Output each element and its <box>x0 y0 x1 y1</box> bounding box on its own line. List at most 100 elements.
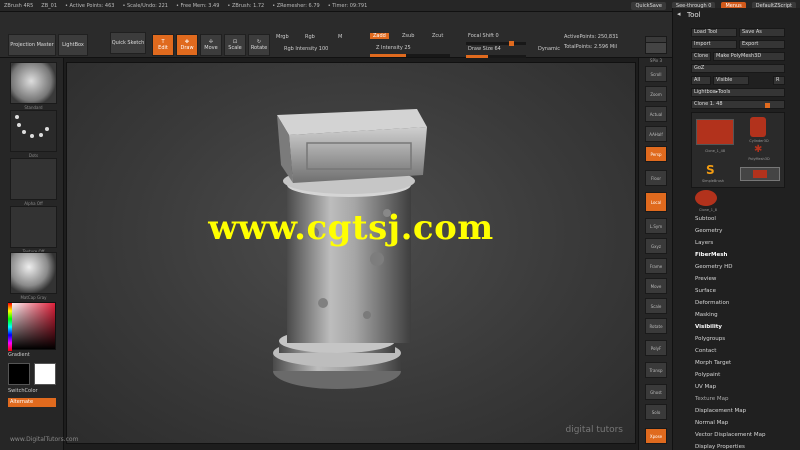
goz-all-button[interactable]: All <box>691 76 711 85</box>
palette-dock-icon[interactable]: ◂ <box>677 10 681 18</box>
visible-button[interactable]: Visible <box>713 76 749 85</box>
hue-strip[interactable] <box>8 303 12 351</box>
aahalf-button[interactable]: AAHalf <box>645 126 667 142</box>
secondary-color-swatch[interactable] <box>34 363 56 385</box>
clone-slider-knob[interactable] <box>765 103 770 108</box>
menu-uv-map[interactable]: UV Map <box>695 384 716 390</box>
menu-subtool[interactable]: Subtool <box>695 216 716 222</box>
menu-surface[interactable]: Surface <box>695 288 716 294</box>
save-as-button[interactable]: Save As <box>739 28 785 37</box>
edit-button[interactable]: T Edit <box>152 34 174 56</box>
menu-texture-map[interactable]: Texture Map <box>695 396 729 402</box>
export-button[interactable]: Export <box>739 40 785 49</box>
solo-button[interactable]: Solo <box>645 404 667 420</box>
scroll-button[interactable]: Scroll <box>645 66 667 82</box>
menu-geometry-hd[interactable]: Geometry HD <box>695 264 733 270</box>
menu-fibermesh[interactable]: FiberMesh <box>695 252 727 258</box>
scale-button[interactable]: ⊡ Scale <box>224 34 246 56</box>
m-button[interactable]: M <box>338 34 342 40</box>
alpha-thumbnail[interactable] <box>10 158 57 200</box>
clone-thumb[interactable] <box>695 190 717 206</box>
switch-color-button[interactable]: SwitchColor <box>8 388 38 394</box>
alternate-button[interactable]: Alternate <box>8 398 56 407</box>
document-canvas[interactable]: www.cgtsj.com digital tutors <box>66 62 636 444</box>
zsub-button[interactable]: Zsub <box>402 33 414 39</box>
cylinder-thumb[interactable] <box>750 117 766 137</box>
dynamic-button[interactable]: Dynamic <box>538 46 560 52</box>
menu-displacement-map[interactable]: Displacement Map <box>695 408 746 414</box>
rotate-view-button[interactable]: Rotate <box>645 318 667 334</box>
menu-contact[interactable]: Contact <box>695 348 716 354</box>
menu-morph-target[interactable]: Morph Target <box>695 360 731 366</box>
tool-palette-title[interactable]: Tool <box>687 11 701 19</box>
menu-masking[interactable]: Masking <box>695 312 718 318</box>
rgb-intensity-slider[interactable]: Rgb Intensity 100 <box>284 46 328 52</box>
quick-sketch-button[interactable]: Quick Sketch <box>110 32 146 54</box>
move-button[interactable]: ✢ Move <box>200 34 222 56</box>
menu-normal-map[interactable]: Normal Map <box>695 420 728 426</box>
draw-size-track[interactable] <box>466 55 526 58</box>
r-button[interactable]: R <box>773 76 785 85</box>
focal-shift-slider[interactable]: Focal Shift 0 <box>468 33 499 39</box>
selected-tool-thumb[interactable] <box>740 167 780 181</box>
zoom-button[interactable]: Zoom <box>645 86 667 102</box>
ghost-button[interactable]: Ghost <box>645 384 667 400</box>
draw-button[interactable]: ✥ Draw <box>176 34 198 56</box>
polyf-button[interactable]: PolyF <box>645 340 667 356</box>
xpose-button[interactable]: Xpose <box>645 428 667 444</box>
menu-polypaint[interactable]: Polypaint <box>695 372 720 378</box>
rgb-button[interactable]: Rgb <box>305 34 315 40</box>
z-intensity-track[interactable] <box>370 54 450 57</box>
menu-item-zbrush[interactable]: ZBrush 4R5 <box>0 3 37 9</box>
clone-tool-slider[interactable]: Clone 1. 48 <box>691 100 785 109</box>
rotate-button[interactable]: ↻ Rotate <box>248 34 270 56</box>
lsym-button[interactable]: L.Sym <box>645 218 667 234</box>
projection-master-button[interactable]: Projection Master <box>8 34 56 56</box>
menu-visibility[interactable]: Visibility <box>695 324 722 330</box>
texture-thumbnail[interactable] <box>10 206 57 248</box>
menu-polygroups[interactable]: Polygroups <box>695 336 725 342</box>
focal-shift-track[interactable] <box>466 41 526 46</box>
gxyz-button[interactable]: Gxyz <box>645 238 667 254</box>
floor-button[interactable]: Floor <box>645 170 667 186</box>
zcut-button[interactable]: Zcut <box>432 33 443 39</box>
clone-button[interactable]: Clone <box>691 52 711 61</box>
menu-deformation[interactable]: Deformation <box>695 300 729 306</box>
zadd-button[interactable]: Zadd <box>370 33 389 39</box>
import-button[interactable]: Import <box>691 40 737 49</box>
brush-thumbnail[interactable] <box>10 62 57 104</box>
star-icon[interactable]: ✱ <box>754 145 764 155</box>
draw-size-slider[interactable]: Draw Size 64 <box>468 46 501 52</box>
transp-button[interactable]: Transp <box>645 362 667 378</box>
move-view-button[interactable]: Move <box>645 278 667 294</box>
z-intensity-slider[interactable]: Z Intensity 25 <box>376 45 411 51</box>
local-button[interactable]: Local <box>645 192 667 212</box>
frame-button[interactable]: Frame <box>645 258 667 274</box>
lightbox-tools-button[interactable]: Lightbox▸Tools <box>691 88 785 97</box>
main-color-swatch[interactable] <box>8 363 30 385</box>
menu-display-properties[interactable]: Display Properties <box>695 444 745 450</box>
status-timer: • Timer: 09:791 <box>327 2 368 9</box>
material-thumbnail[interactable] <box>10 252 57 294</box>
menu-vector-displacement-map[interactable]: Vector Displacement Map <box>695 432 765 438</box>
menu-layers[interactable]: Layers <box>695 240 713 246</box>
goz-button[interactable]: GoZ <box>691 64 785 73</box>
spix-slider[interactable]: SPix 3 <box>641 58 671 63</box>
actual-button[interactable]: Actual <box>645 106 667 122</box>
color-picker[interactable] <box>8 302 56 351</box>
simplebrush-icon[interactable]: S <box>706 163 715 177</box>
column-model[interactable] <box>67 63 637 445</box>
stroke-thumbnail[interactable] <box>10 110 57 152</box>
menu-geometry[interactable]: Geometry <box>695 228 722 234</box>
mrgb-button[interactable]: Mrgb <box>276 34 289 40</box>
scale-view-button[interactable]: Scale <box>645 298 667 314</box>
menu-preview[interactable]: Preview <box>695 276 716 282</box>
persp-button[interactable]: Persp <box>645 146 667 162</box>
make-polymesh-button[interactable]: Make PolyMesh3D <box>713 52 785 61</box>
lightbox-button[interactable]: LightBox <box>58 34 88 56</box>
tool-thumb-brick[interactable] <box>696 119 734 145</box>
gradient-label[interactable]: Gradient <box>8 352 30 358</box>
load-tool-button[interactable]: Load Tool <box>691 28 737 37</box>
quicksave-button[interactable]: QuickSave <box>631 2 666 10</box>
tool-thumb-label-4: Clone_1_8 <box>699 208 717 212</box>
